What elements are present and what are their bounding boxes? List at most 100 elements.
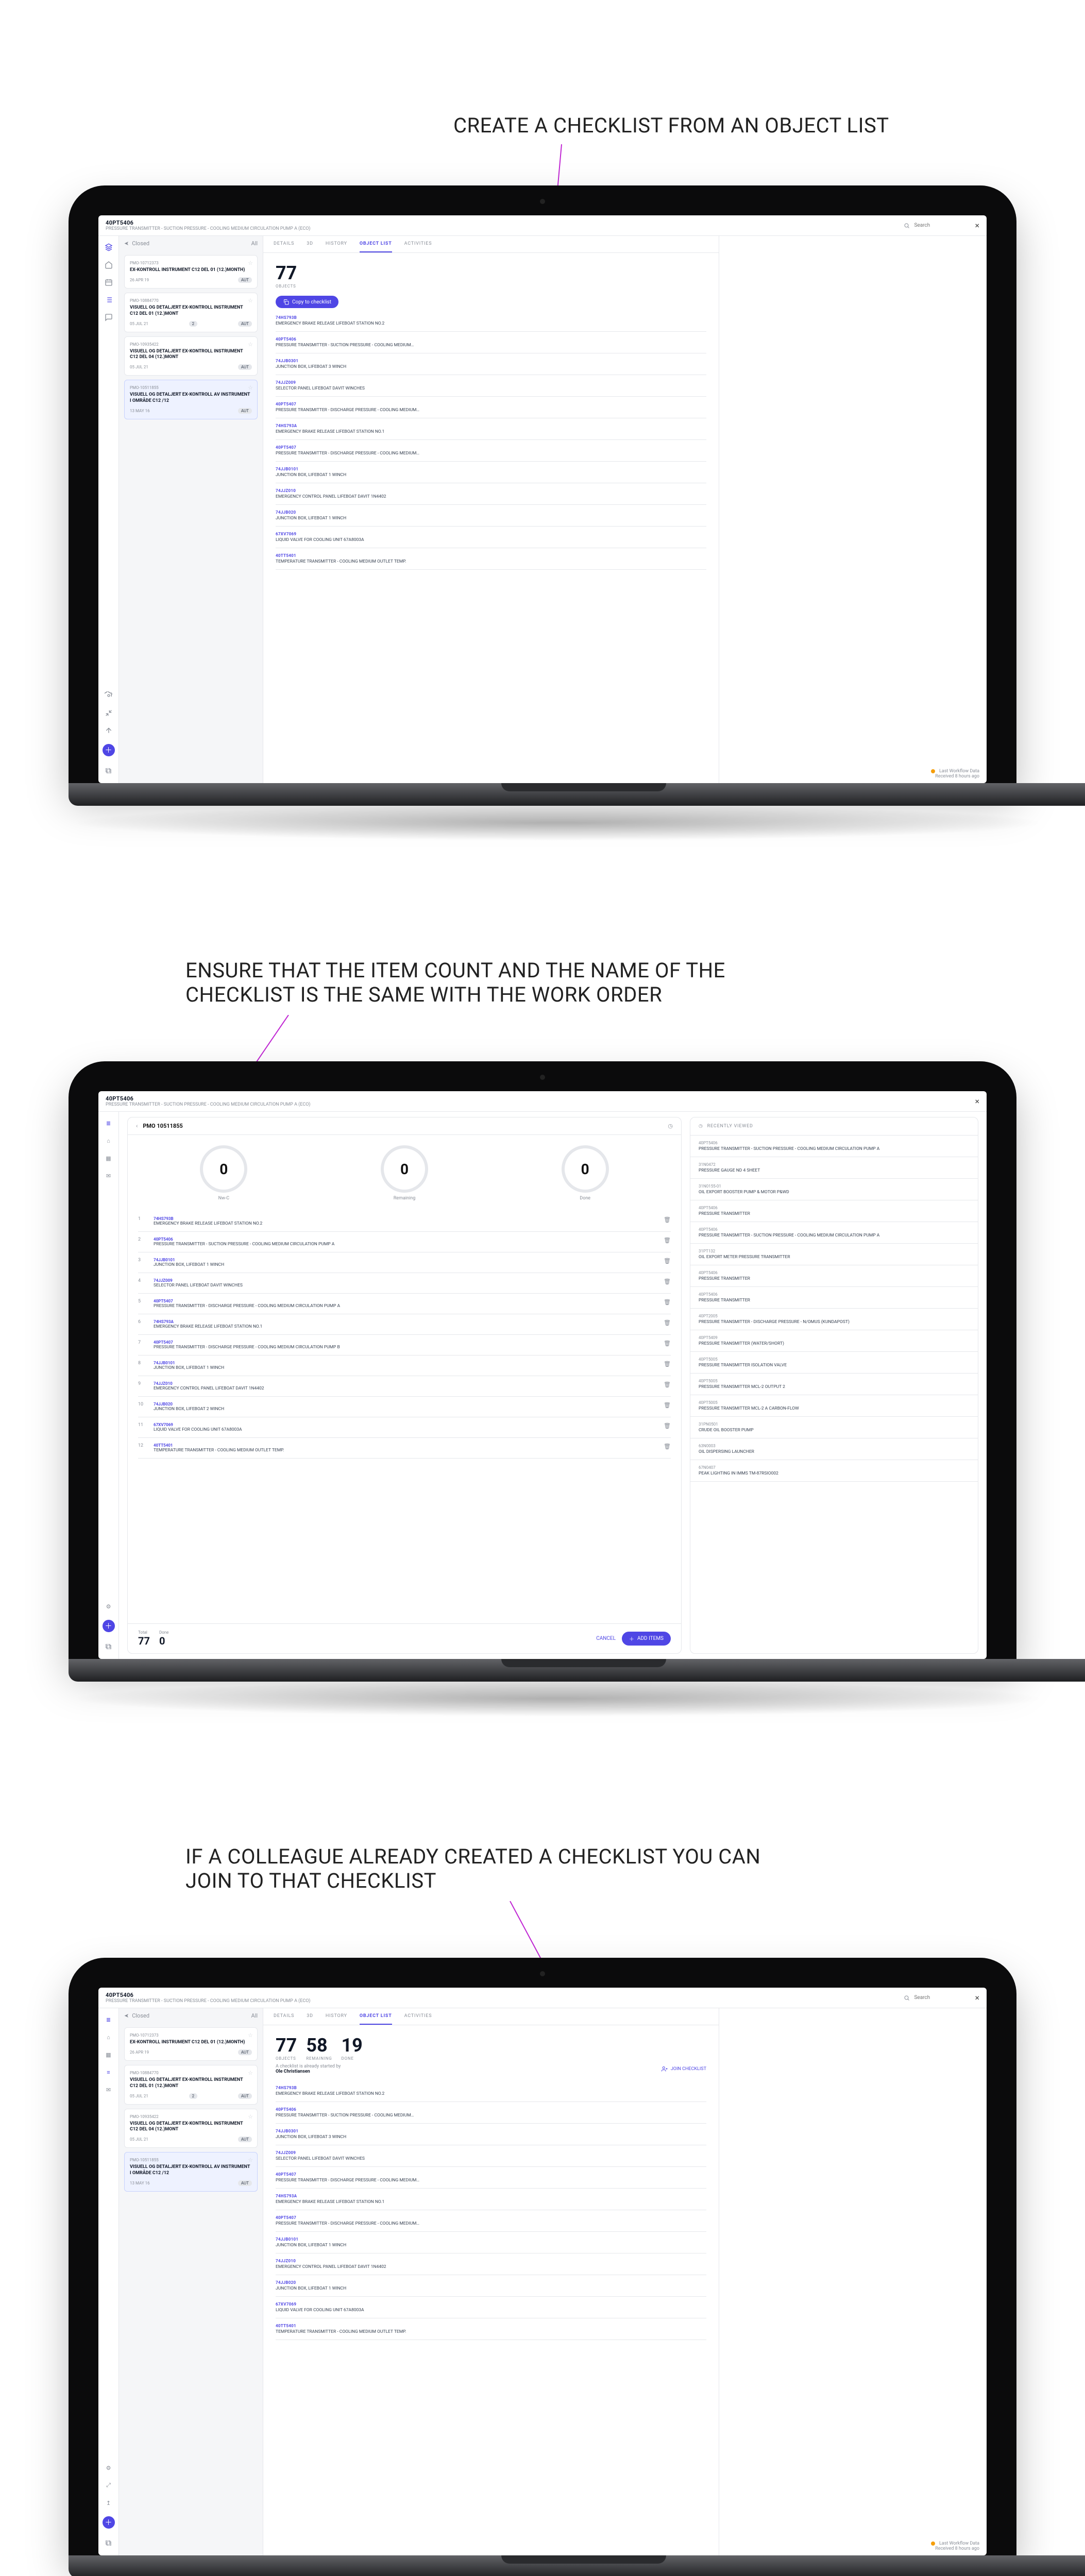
rail-home-icon[interactable] [105,261,113,269]
rail-chat-icon[interactable]: ✉ [105,1172,113,1180]
search-input[interactable] [913,222,970,229]
delete-row-icon[interactable]: 🗑 [664,1402,671,1409]
star-icon[interactable]: ☆ [248,260,253,266]
recent-item[interactable]: 40PT5409 PRESSURE TRANSMITTER (WATER/SHO… [690,1330,978,1352]
checklist-row[interactable]: 2 40PT5406 PRESSURE TRANSMITTER - SUCTIO… [138,1232,671,1252]
copy-to-checklist-button[interactable]: Copy to checklist [276,296,338,308]
object-row[interactable]: 40TT5401 TEMPERATURE TRANSMITTER - COOLI… [276,548,706,570]
object-row[interactable]: 40TT5401 TEMPERATURE TRANSMITTER - COOLI… [276,2318,706,2340]
rail-chat-icon[interactable] [105,313,113,321]
star-icon[interactable]: ☆ [248,2070,253,2076]
rail-fab-button[interactable]: ＋ [103,744,115,756]
recent-item[interactable]: 31PT132 OIL EXPORT METER PRESSURE TRANSM… [690,1244,978,1265]
checklist-row[interactable]: 12 40TT5401 TEMPERATURE TRANSMITTER - CO… [138,1438,671,1459]
checklist-row[interactable]: 6 74HS793A EMERGENCY BRAKE RELEASE LIFEB… [138,1314,671,1335]
tab-activities[interactable]: ACTIVITIES [404,2013,432,2025]
object-row[interactable]: 74HS793A EMERGENCY BRAKE RELEASE LIFEBOA… [276,418,706,440]
search-box[interactable] [904,222,970,229]
tab-history[interactable]: HISTORY [326,241,347,252]
rail-fab-button[interactable]: ＋ [103,2516,115,2529]
rail-expand-icon[interactable] [105,709,113,717]
chevron-left-icon[interactable]: ➤ [124,240,129,247]
object-row[interactable]: 40PT5407 PRESSURE TRANSMITTER - DISCHARG… [276,440,706,462]
tab-activities[interactable]: ACTIVITIES [404,241,432,252]
filter-all[interactable]: All [251,240,258,247]
object-row[interactable]: 74JJZ010 EMERGENCY CONTROL PANEL LIFEBOA… [276,2253,706,2275]
object-row[interactable]: 67XV7069 LIQUID VALVE FOR COOLING UNIT 6… [276,2297,706,2318]
object-row[interactable]: 74JJB0101 JUNCTION BOX, LIFEBOAT 1 WINCH [276,462,706,483]
recent-item[interactable]: 40PT5406 PRESSURE TRANSMITTER [690,1265,978,1287]
filter-all[interactable]: All [251,2012,258,2019]
search-input[interactable] [913,1994,970,2001]
delete-row-icon[interactable]: 🗑 [664,1299,671,1306]
back-button[interactable]: ‹ [136,1123,138,1129]
recent-item[interactable]: 40PT5005 PRESSURE TRANSMITTER ISOLATION … [690,1352,978,1374]
work-order-card[interactable]: ☆ PMO-10511855 VISUELL OG DETALJERT EX-K… [124,380,258,419]
rail-calendar-icon[interactable]: ▦ [105,2050,113,2059]
rail-upload-icon[interactable] [105,726,113,735]
object-row[interactable]: 40PT5407 PRESSURE TRANSMITTER - DISCHARG… [276,397,706,418]
object-row[interactable]: 40PT5406 PRESSURE TRANSMITTER - SUCTION … [276,332,706,353]
work-order-card[interactable]: ☆ PMO-10511855 VISUELL OG DETALJERT EX-K… [124,2152,258,2192]
object-row[interactable]: 74JJZ009 SELECTOR PANEL LIFEBOAT DAVIT W… [276,375,706,397]
close-button[interactable]: × [975,221,979,230]
recent-item[interactable]: 31N0155-01 OIL EXPORT BOOSTER PUMP & MOT… [690,1179,978,1200]
object-row[interactable]: 74JJZ009 SELECTOR PANEL LIFEBOAT DAVIT W… [276,2145,706,2167]
object-row[interactable]: 74JJB020 JUNCTION BOX, LIFEBOAT 1 WINCH [276,505,706,527]
object-row[interactable]: 74JJZ010 EMERGENCY CONTROL PANEL LIFEBOA… [276,483,706,505]
delete-row-icon[interactable]: 🗑 [664,1258,671,1264]
checklist-row[interactable]: 9 74JJZ010 EMERGENCY CONTROL PANEL LIFEB… [138,1376,671,1397]
checklist-row[interactable]: 3 74JJB0101 JUNCTION BOX, LIFEBOAT 1 WIN… [138,1252,671,1273]
object-row[interactable]: 67XV7069 LIQUID VALVE FOR COOLING UNIT 6… [276,527,706,548]
recent-item[interactable]: 40PT5406 PRESSURE TRANSMITTER [690,1200,978,1222]
object-row[interactable]: 74JJB0101 JUNCTION BOX, LIFEBOAT 1 WINCH [276,2232,706,2253]
cancel-button[interactable]: CANCEL [596,1636,616,1641]
delete-row-icon[interactable]: 🗑 [664,1278,671,1285]
add-items-button[interactable]: ＋ ADD ITEMS [622,1632,671,1646]
delete-row-icon[interactable]: 🗑 [664,1381,671,1388]
star-icon[interactable]: ☆ [248,384,253,391]
search-box[interactable] [904,1994,970,2001]
star-icon[interactable]: ☆ [248,2113,253,2120]
rail-layers-icon[interactable]: ≣ [105,1119,113,1127]
rail-home-icon[interactable]: ⌂ [105,1137,113,1145]
join-checklist-button[interactable]: JOIN CHECKLIST [662,2066,706,2072]
tab-3d[interactable]: 3D [307,2013,313,2025]
work-order-card[interactable]: ☆ PMO-10884770 VISUELL OG DETALJERT EX-K… [124,293,258,332]
work-order-card[interactable]: ☆ PMO-10935422 VISUELL OG DETALJERT EX-K… [124,336,258,376]
recent-item[interactable]: 40PT5406 PRESSURE TRANSMITTER - SUCTION … [690,1136,978,1157]
checklist-row[interactable]: 11 67XV7069 LIQUID VALVE FOR COOLING UNI… [138,1417,671,1438]
recent-item[interactable]: 40PT5005 PRESSURE TRANSMITTER MCL-2 OUTP… [690,1374,978,1395]
status-filter[interactable]: Closed [132,2012,149,2019]
rail-chat-icon[interactable]: ✉ [105,2086,113,2094]
rail-list-icon[interactable] [105,296,113,304]
checklist-row[interactable]: 10 74JJB020 JUNCTION BOX, LIFEBOAT 2 WIN… [138,1397,671,1417]
close-button[interactable]: × [975,1993,979,2003]
rail-list-icon[interactable]: ≡ [105,2068,113,2076]
object-row[interactable]: 74HS793A EMERGENCY BRAKE RELEASE LIFEBOA… [276,2189,706,2210]
tab-history[interactable]: HISTORY [326,2013,347,2025]
delete-row-icon[interactable]: 🗑 [664,1216,671,1223]
delete-row-icon[interactable]: 🗑 [664,1340,671,1347]
object-row[interactable]: 40PT5407 PRESSURE TRANSMITTER - DISCHARG… [276,2210,706,2232]
rail-home-icon[interactable]: ⌂ [105,2033,113,2041]
rail-fab-button[interactable]: ＋ [103,1620,115,1632]
rail-upload-icon[interactable]: ↥ [105,2499,113,2507]
rail-expand-icon[interactable]: ⤢ [105,2481,113,2489]
object-row[interactable]: 74HS793B EMERGENCY BRAKE RELEASE LIFEBOA… [276,2080,706,2102]
checklist-row[interactable]: 7 40PT5407 PRESSURE TRANSMITTER - DISCHA… [138,1335,671,1355]
recent-item[interactable]: 40PT5406 PRESSURE TRANSMITTER [690,1287,978,1309]
work-order-card[interactable]: ☆ PMO-10712373 EX-KONTROLL INSTRUMENT C1… [124,2027,258,2061]
tab-3d[interactable]: 3D [307,241,313,252]
tab-object-list[interactable]: OBJECT LIST [360,241,392,252]
rail-calendar-icon[interactable]: ▦ [105,1154,113,1162]
recent-item[interactable]: 31PN0501 CRUDE OIL BOOSTER PUMP [690,1417,978,1438]
object-row[interactable]: 74JJB0301 JUNCTION BOX, LIFEBOAT 3 WINCH [276,2124,706,2145]
tab-object-list[interactable]: OBJECT LIST [360,2013,392,2025]
checklist-row[interactable]: 4 74JJZ009 SELECTOR PANEL LIFEBOAT DAVIT… [138,1273,671,1294]
star-icon[interactable]: ☆ [248,297,253,304]
recent-item[interactable]: 31N0472 PRESSURE GAUGE ND 4 SHEET [690,1157,978,1179]
recent-item[interactable]: 40PT5005 PRESSURE TRANSMITTER MCL-2 A CA… [690,1395,978,1417]
rail-settings-icon[interactable]: ⚙ [105,1602,113,1611]
rail-settings-icon[interactable] [105,691,113,700]
